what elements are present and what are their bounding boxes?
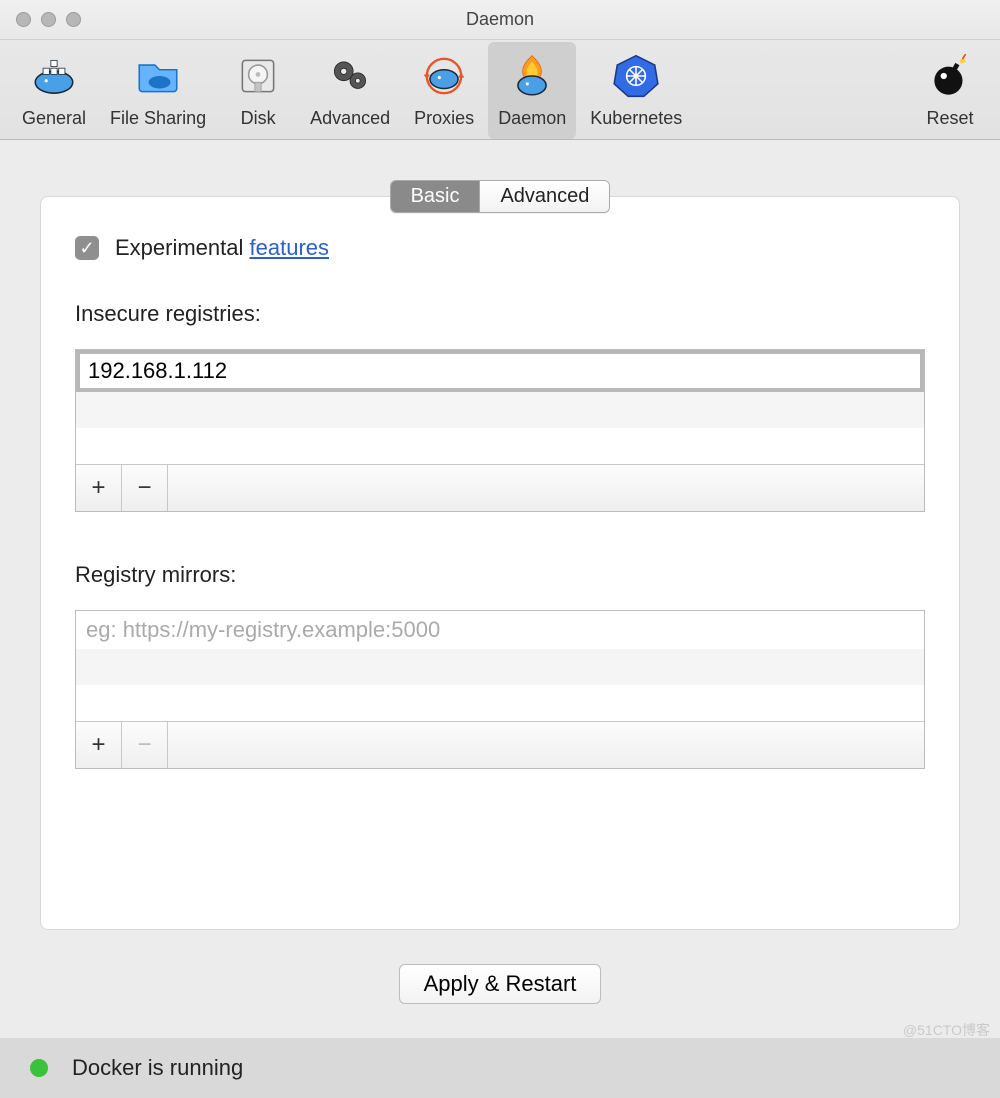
whale-fire-icon (504, 48, 560, 104)
tab-general[interactable]: General (12, 42, 96, 139)
insecure-registries-list: + − (75, 349, 925, 512)
mirrors-list-footer: + − (76, 721, 924, 768)
apply-restart-button[interactable]: Apply & Restart (399, 964, 602, 1004)
segmented-control: Basic Advanced (390, 180, 611, 213)
whale-icon (26, 48, 82, 104)
segment-basic[interactable]: Basic (391, 181, 480, 212)
add-registry-button[interactable]: + (76, 465, 122, 511)
folder-whale-icon (130, 48, 186, 104)
tab-label: General (22, 108, 86, 129)
reset-button[interactable]: Reset (912, 42, 988, 139)
insecure-registry-input[interactable] (76, 350, 924, 392)
tab-disk[interactable]: Disk (220, 42, 296, 139)
experimental-features-row: ✓ Experimental features (75, 235, 925, 261)
remove-mirror-button: − (122, 722, 168, 768)
list-row-empty (76, 392, 924, 428)
window-title: Daemon (0, 9, 1000, 30)
titlebar: Daemon (0, 0, 1000, 40)
tab-label: Daemon (498, 108, 566, 129)
mirror-placeholder-text: eg: https://my-registry.example:5000 (86, 617, 440, 642)
experimental-prefix: Experimental (115, 235, 250, 260)
tab-advanced[interactable]: Advanced (300, 42, 400, 139)
remove-registry-button[interactable]: − (122, 465, 168, 511)
minimize-window-button[interactable] (41, 12, 56, 27)
tab-label: File Sharing (110, 108, 206, 129)
apply-wrap: Apply & Restart (40, 930, 960, 1038)
kubernetes-icon (608, 48, 664, 104)
list-row-empty (76, 649, 924, 685)
watermark: @51CTO博客 (903, 1020, 990, 1040)
mirror-placeholder-row[interactable]: eg: https://my-registry.example:5000 (76, 611, 924, 649)
gears-icon (322, 48, 378, 104)
tab-daemon[interactable]: Daemon (488, 42, 576, 139)
add-mirror-button[interactable]: + (76, 722, 122, 768)
close-window-button[interactable] (16, 12, 31, 27)
status-indicator-icon (30, 1059, 48, 1077)
traffic-lights (16, 12, 81, 27)
disk-icon (230, 48, 286, 104)
check-icon: ✓ (79, 239, 94, 257)
settings-panel: ✓ Experimental features Insecure registr… (40, 196, 960, 930)
tab-label: Proxies (414, 108, 474, 129)
list-row-empty (76, 428, 924, 464)
insecure-registries-label: Insecure registries: (75, 301, 925, 327)
insecure-list-footer: + − (76, 464, 924, 511)
tab-label: Kubernetes (590, 108, 682, 129)
list-row-empty (76, 685, 924, 721)
tab-proxies[interactable]: Proxies (404, 42, 484, 139)
whale-arrows-icon (416, 48, 472, 104)
experimental-checkbox[interactable]: ✓ (75, 236, 99, 260)
registry-mirrors-list: eg: https://my-registry.example:5000 + − (75, 610, 925, 769)
segment-advanced[interactable]: Advanced (479, 181, 609, 212)
status-text: Docker is running (72, 1055, 243, 1081)
main-content: Basic Advanced ✓ Experimental features I… (0, 140, 1000, 1038)
toolbar: General File Sharing Disk (0, 40, 1000, 140)
tab-kubernetes[interactable]: Kubernetes (580, 42, 692, 139)
zoom-window-button[interactable] (66, 12, 81, 27)
status-bar: Docker is running (0, 1038, 1000, 1098)
reset-label: Reset (926, 108, 973, 129)
registry-mirrors-label: Registry mirrors: (75, 562, 925, 588)
tab-label: Disk (241, 108, 276, 129)
window: Daemon General (0, 0, 1000, 1098)
tab-label: Advanced (310, 108, 390, 129)
features-link[interactable]: features (250, 235, 330, 260)
bomb-icon (922, 48, 978, 104)
tab-file-sharing[interactable]: File Sharing (100, 42, 216, 139)
